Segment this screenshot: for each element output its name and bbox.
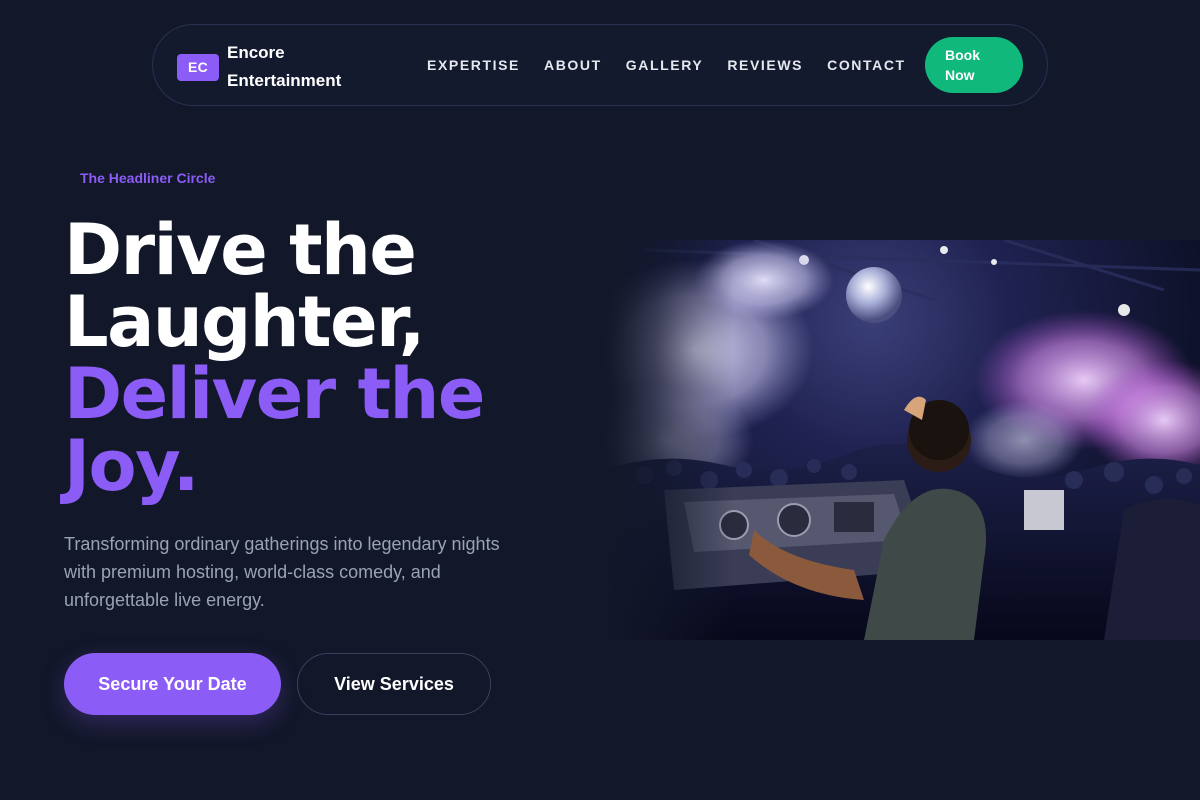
secure-your-date-button[interactable]: Secure Your Date	[64, 653, 281, 715]
nav-link-reviews[interactable]: REVIEWS	[727, 56, 803, 74]
nav-link-gallery[interactable]: GALLERY	[626, 56, 704, 74]
brand-name: Encore Entertainment	[227, 39, 341, 95]
top-nav: EC Encore Entertainment EXPERTISE ABOUT …	[152, 24, 1048, 106]
brand-name-line2: Entertainment	[227, 71, 342, 90]
book-now-label-line1: Book	[945, 47, 980, 63]
hero-subtext: Transforming ordinary gatherings into le…	[64, 534, 500, 610]
headline-line-3: Deliver the	[64, 353, 485, 435]
nav-link-contact[interactable]: CONTACT	[827, 56, 906, 74]
nav-link-about[interactable]: ABOUT	[544, 56, 602, 74]
brand-name-line1: Encore	[227, 43, 285, 62]
hero-eyebrow: The Headliner Circle	[80, 170, 216, 186]
landing-page: EC Encore Entertainment EXPERTISE ABOUT …	[0, 0, 1200, 800]
nav-link-expertise[interactable]: EXPERTISE	[427, 56, 520, 74]
nav-links: EXPERTISE ABOUT GALLERY REVIEWS CONTACT	[427, 56, 906, 74]
headline-line-1: Drive the	[64, 209, 417, 291]
hero-headline: Drive the Laughter, Deliver the Joy.	[64, 214, 584, 502]
logo-badge: EC	[177, 53, 219, 81]
book-now-button[interactable]: Book Now	[925, 37, 1023, 93]
brand-logo[interactable]: EC Encore Entertainment	[177, 39, 341, 95]
view-services-button[interactable]: View Services	[297, 653, 491, 715]
headline-line-2: Laughter,	[64, 281, 425, 363]
book-now-label-line2: Now	[945, 67, 975, 83]
hero-photo	[604, 240, 1200, 640]
headline-line-4: Joy.	[64, 425, 199, 507]
image-fade-overlay	[604, 240, 734, 640]
